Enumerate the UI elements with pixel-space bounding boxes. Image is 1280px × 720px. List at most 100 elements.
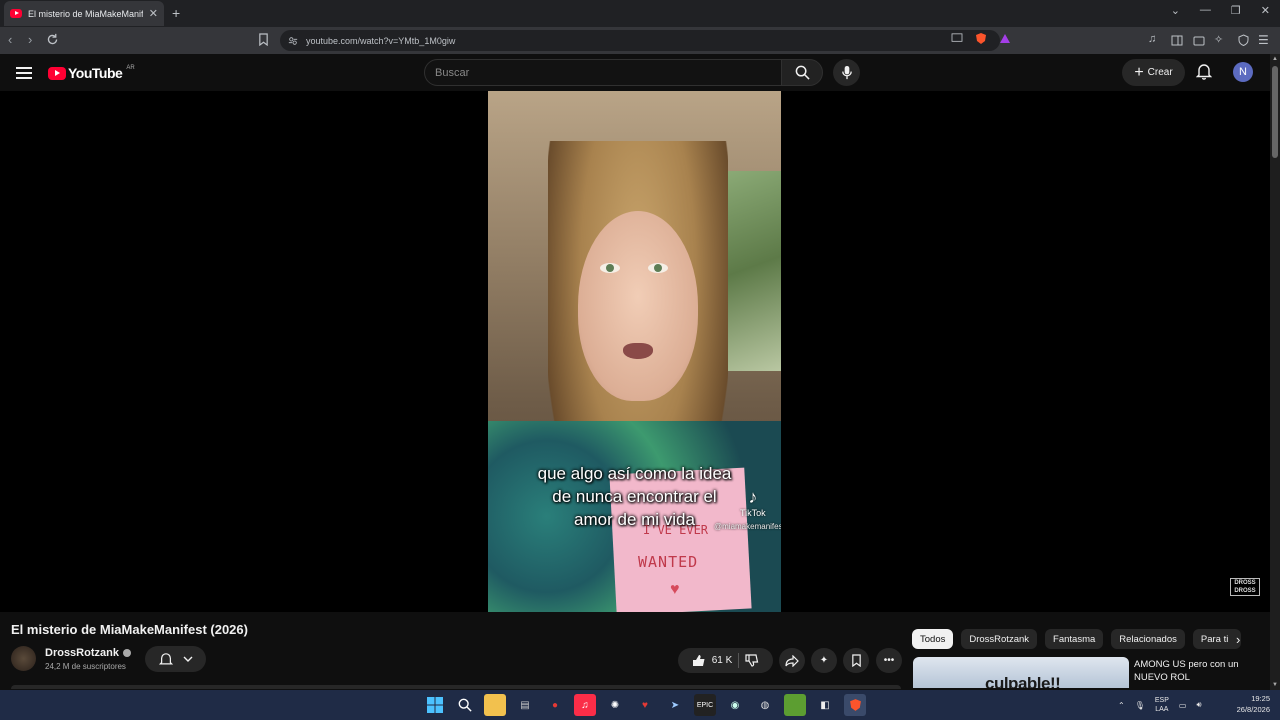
search-box xyxy=(424,59,782,86)
cast-icon[interactable] xyxy=(950,31,964,45)
music-icon[interactable]: ♫ xyxy=(1148,33,1162,47)
minecraft-icon[interactable] xyxy=(784,694,806,716)
chip-dross[interactable]: DrossRotzank xyxy=(961,629,1038,649)
chip-relacionados[interactable]: Relacionados xyxy=(1111,629,1185,649)
lips-app-icon[interactable]: ♥ xyxy=(634,694,656,716)
tiktok-label: TikTok xyxy=(740,508,766,518)
youtube-logo[interactable]: YouTube AR xyxy=(48,65,135,81)
bookmark-icon[interactable] xyxy=(258,33,269,46)
brave-browser-icon[interactable] xyxy=(844,694,866,716)
settings-gear-icon[interactable]: ✺ xyxy=(604,694,626,716)
scrollbar-thumb[interactable] xyxy=(1272,66,1278,158)
video-frame: I'VE EVER WANTED ♥ que algo así como la … xyxy=(488,91,781,612)
search-input[interactable] xyxy=(435,66,781,79)
recommended-video-title[interactable]: AMONG US pero con un NUEVO ROL xyxy=(1134,658,1264,684)
chip-todos[interactable]: Todos xyxy=(912,629,954,649)
windows-start-icon[interactable] xyxy=(424,694,446,716)
create-button[interactable]: + Crear xyxy=(1122,59,1185,86)
create-label: Crear xyxy=(1147,67,1173,78)
like-dislike-group: 61 K xyxy=(678,648,773,673)
chips-next-chevron-icon[interactable]: › xyxy=(1236,632,1240,647)
video-person-eye-left xyxy=(600,263,620,273)
taskbar-search-icon[interactable] xyxy=(454,694,476,716)
chip-fantasma[interactable]: Fantasma xyxy=(1045,629,1104,649)
address-extensions xyxy=(950,31,1012,45)
app-red-icon[interactable]: ● xyxy=(544,694,566,716)
tray-mic-icon[interactable]: 🎙︎ xyxy=(1135,701,1145,710)
channel-avatar[interactable] xyxy=(11,646,36,671)
close-tab-icon[interactable]: ✕ xyxy=(149,7,158,20)
network-icon[interactable]: ▭ xyxy=(1179,701,1187,710)
recommended-video-thumbnail[interactable]: culpable!! xyxy=(913,657,1129,688)
leo-ai-icon[interactable]: ✧ xyxy=(1214,33,1228,47)
account-avatar[interactable]: N xyxy=(1233,62,1253,82)
share-button[interactable] xyxy=(779,648,805,673)
wallet-icon[interactable] xyxy=(1192,33,1206,47)
vpn-icon[interactable] xyxy=(1236,33,1250,47)
video-title: El misterio de MiaMakeManifest (2026) xyxy=(11,622,248,637)
restore-icon[interactable]: ❐ xyxy=(1231,4,1241,17)
notepad-icon[interactable]: ▤ xyxy=(514,694,536,716)
notifications-bell-icon[interactable] xyxy=(1196,63,1212,80)
dislike-button[interactable] xyxy=(745,654,759,667)
video-player[interactable]: I'VE EVER WANTED ♥ que algo así como la … xyxy=(0,91,1270,612)
page-scrollbar[interactable]: ▲ ▼ xyxy=(1270,54,1280,690)
video-person-eye-right xyxy=(648,263,668,273)
close-window-icon[interactable]: ✕ xyxy=(1261,4,1270,17)
minimize-icon[interactable]: — xyxy=(1200,4,1211,17)
back-icon[interactable]: ‹ xyxy=(8,32,12,47)
more-actions-button[interactable]: ••• xyxy=(876,648,902,673)
tray-overflow-icon[interactable]: ⌃ xyxy=(1118,701,1125,710)
telegram-icon[interactable]: ➤ xyxy=(664,694,686,716)
video-subtitles: que algo así como la idea de nunca encon… xyxy=(498,462,771,531)
youtube-favicon-icon xyxy=(10,9,22,18)
scroll-down-icon[interactable]: ▼ xyxy=(1272,682,1278,688)
sidebar-icon[interactable] xyxy=(1170,33,1184,47)
verified-badge-icon xyxy=(122,649,131,657)
forward-icon[interactable]: › xyxy=(28,32,32,47)
card-text: WANTED xyxy=(638,553,699,571)
input-language[interactable]: ESP LAA xyxy=(1155,696,1169,714)
channel-name[interactable]: DrossRotzank xyxy=(45,647,131,659)
address-bar[interactable]: youtube.com/watch?v=YMtb_1M0giw xyxy=(280,30,1000,51)
description-box[interactable] xyxy=(11,685,901,689)
brave-shields-icon[interactable] xyxy=(974,31,988,45)
address-toolbar: ‹ › youtube.com/watch?v=YMtb_1M0giw ♫ ✧ … xyxy=(0,27,1280,54)
guide-menu-icon[interactable] xyxy=(14,64,34,80)
thumbnail-text: culpable!! xyxy=(985,674,1061,688)
url-text: youtube.com/watch?v=YMtb_1M0giw xyxy=(306,35,456,46)
taskbar-apps: ▤ ● ♫ ✺ ♥ ➤ EPIC ◉ ◍ ◧ xyxy=(424,694,866,716)
subscription-bell-button[interactable] xyxy=(145,646,206,672)
file-explorer-icon[interactable] xyxy=(484,694,506,716)
ask-ai-button[interactable]: ✦ xyxy=(811,648,837,673)
subtitle-line: de nunca encontrar el xyxy=(552,487,717,506)
tab-search-chevron-icon[interactable]: ⌄ xyxy=(1171,4,1180,17)
save-button[interactable] xyxy=(843,648,869,673)
app-dark-icon[interactable]: ◧ xyxy=(814,694,836,716)
clock-time: 19:25 xyxy=(1251,694,1270,703)
new-tab-icon[interactable]: + xyxy=(172,5,180,21)
browser-tab[interactable]: El misterio de MiaMakeManifest ✕ xyxy=(4,1,164,26)
like-button[interactable] xyxy=(692,654,706,667)
search-button[interactable] xyxy=(781,59,823,86)
video-person-face xyxy=(578,211,698,401)
taskbar-clock[interactable]: 19:25 26/8/2026 xyxy=(1220,693,1270,715)
brave-rewards-icon[interactable] xyxy=(998,31,1012,45)
browser-menu-icon[interactable]: ☰ xyxy=(1258,33,1272,47)
steam-icon[interactable]: ◉ xyxy=(724,694,746,716)
app-generic-icon[interactable]: ◍ xyxy=(754,694,776,716)
share-icon xyxy=(785,654,799,667)
divider xyxy=(738,653,740,668)
site-info-icon[interactable] xyxy=(288,36,298,46)
reload-icon[interactable] xyxy=(46,33,59,46)
voice-search-button[interactable] xyxy=(833,59,860,86)
toolbar-right-icons: ♫ ✧ ☰ xyxy=(1148,33,1272,47)
volume-icon[interactable]: 🔊︎ xyxy=(1196,700,1201,710)
chip-para-ti[interactable]: Para ti xyxy=(1192,629,1241,649)
clock-date: 26/8/2026 xyxy=(1236,705,1270,714)
epic-games-icon[interactable]: EPIC xyxy=(694,694,716,716)
browser-tab-bar: El misterio de MiaMakeManifest ✕ + ⌄ — ❐… xyxy=(0,0,1280,27)
channel-watermark[interactable]: DROSS DROSS xyxy=(1230,578,1260,596)
music-app-icon[interactable]: ♫ xyxy=(574,694,596,716)
scroll-up-icon[interactable]: ▲ xyxy=(1272,56,1278,62)
